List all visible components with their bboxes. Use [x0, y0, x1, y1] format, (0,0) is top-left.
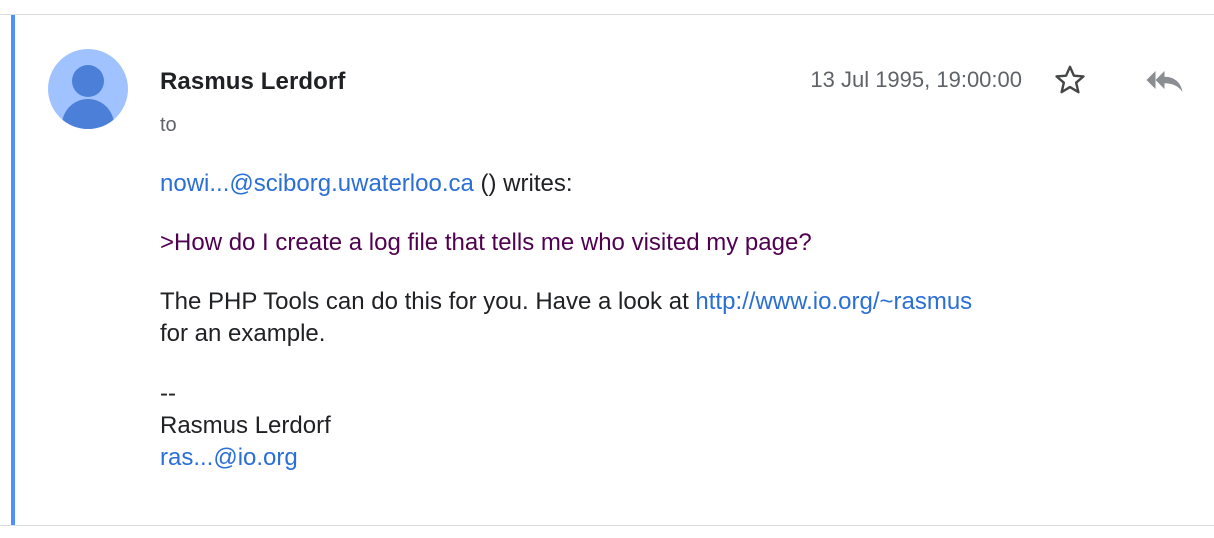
reply-text-after: for an example.: [160, 320, 326, 347]
reply-all-button[interactable]: [1142, 62, 1190, 98]
avatar-head-shape: [72, 65, 104, 97]
reply-all-icon: [1146, 71, 1183, 92]
signature-email-link[interactable]: ras...@io.org: [160, 442, 331, 474]
writes-suffix: () writes:: [473, 170, 573, 197]
email-thread-view: Rasmus Lerdorf to 13 Jul 1995, 19:00:00 …: [0, 0, 1214, 538]
signature-block: -- Rasmus Lerdorf ras...@io.org: [160, 378, 331, 474]
signature-separator: --: [160, 380, 176, 407]
reply-url-link[interactable]: http://www.io.org/~rasmus: [695, 288, 972, 315]
sender-name[interactable]: Rasmus Lerdorf: [160, 68, 345, 96]
recipient-to-label[interactable]: to: [160, 113, 177, 137]
star-outline-icon: [1055, 65, 1085, 94]
reply-paragraph: The PHP Tools can do this for you. Have …: [160, 286, 1160, 350]
signature-name: Rasmus Lerdorf: [160, 412, 331, 439]
message-accent-bar: [11, 15, 15, 525]
reply-text-before: The PHP Tools can do this for you. Have …: [160, 288, 696, 315]
avatar-body-shape: [62, 99, 114, 129]
message-timestamp: 13 Jul 1995, 19:00:00: [810, 67, 1022, 92]
bottom-divider: [0, 525, 1214, 526]
writes-email-link[interactable]: nowi...@sciborg.uwaterloo.ca: [160, 170, 474, 197]
star-button[interactable]: [1052, 62, 1088, 98]
quoted-text: >How do I create a log file that tells m…: [160, 229, 812, 256]
sender-avatar[interactable]: [48, 49, 128, 129]
writes-line: nowi...@sciborg.uwaterloo.ca () writes:: [160, 168, 573, 200]
